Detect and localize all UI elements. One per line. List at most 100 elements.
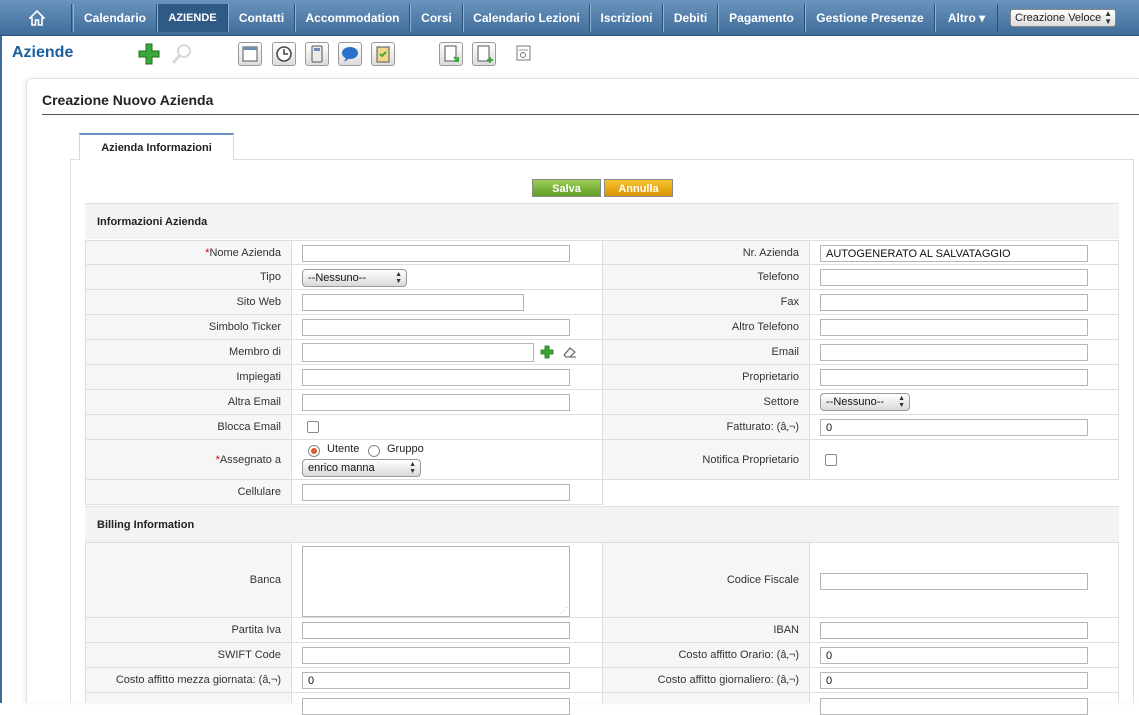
label-cellulare: Cellulare	[85, 480, 292, 504]
label-costo-giornaliero: Costo affitto giornaliero: (â‚¬)	[603, 668, 810, 692]
nav-accommodation[interactable]: Accommodation	[295, 4, 410, 32]
label-altra-email: Altra Email	[85, 390, 292, 414]
sito-web-input[interactable]	[302, 294, 524, 311]
altro-telefono-input[interactable]	[820, 319, 1088, 336]
label-altro-telefono: Altro Telefono	[603, 315, 810, 339]
membro-di-input[interactable]	[302, 343, 534, 362]
simbolo-ticker-input[interactable]	[302, 319, 570, 336]
nav-altro[interactable]: Altro ▾	[935, 4, 998, 32]
chat-button[interactable]	[338, 42, 362, 66]
swift-input[interactable]	[302, 647, 570, 664]
fax-input[interactable]	[820, 294, 1088, 311]
label-codice-fiscale: Codice Fiscale	[603, 543, 810, 617]
form-row: Partita Iva IBAN	[85, 618, 1119, 643]
assigned-user-value: enrico manna	[308, 462, 375, 474]
costo-orario-input[interactable]	[820, 647, 1088, 664]
telefono-input[interactable]	[820, 269, 1088, 286]
assign-user-radio[interactable]	[308, 445, 320, 457]
search-icon	[171, 44, 191, 64]
quick-create-label: Creazione Veloce	[1015, 12, 1102, 24]
cell-cellulare	[292, 480, 603, 504]
cell-fatturato	[810, 415, 1119, 439]
cell-notifica-proprietario	[810, 440, 1119, 479]
assign-user-label: Utente	[327, 443, 360, 455]
search-button[interactable]	[170, 42, 194, 66]
cut-off-input[interactable]	[302, 698, 570, 715]
tab-azienda-informazioni[interactable]: Azienda Informazioni	[79, 133, 234, 160]
banca-textarea[interactable]: ⋰	[302, 546, 570, 617]
cell-iban	[810, 618, 1119, 642]
iban-input[interactable]	[820, 622, 1088, 639]
cell-nr-azienda	[810, 241, 1119, 264]
assign-group-radio[interactable]	[368, 445, 380, 457]
notifica-proprietario-checkbox[interactable]	[825, 454, 837, 466]
impiegati-input[interactable]	[302, 369, 570, 386]
assigned-user-select[interactable]: enrico manna ▲ ▼	[302, 459, 421, 477]
export-button[interactable]	[472, 42, 496, 66]
resize-grip-icon[interactable]: ⋰	[560, 607, 568, 615]
settore-select[interactable]: --Nessuno-- ▲ ▼	[820, 393, 910, 411]
cell-banca: ⋰	[292, 543, 603, 617]
email-input[interactable]	[820, 344, 1088, 361]
proprietario-input[interactable]	[820, 369, 1088, 386]
label-costo-mezza: Costo affitto mezza giornata: (â‚¬)	[85, 668, 292, 692]
nav-contatti[interactable]: Contatti	[228, 4, 295, 32]
assign-group-label: Gruppo	[387, 443, 424, 455]
calculator-button[interactable]	[305, 42, 329, 66]
calendar-button[interactable]	[238, 42, 262, 66]
altra-email-input[interactable]	[302, 394, 570, 411]
costo-giornaliero-input[interactable]	[820, 672, 1088, 689]
codice-fiscale-input[interactable]	[820, 573, 1088, 590]
label-notifica-proprietario: Notifica Proprietario	[603, 440, 810, 479]
cell-email	[810, 340, 1119, 364]
nav-corsi[interactable]: Corsi	[410, 4, 463, 32]
cancel-button[interactable]: Annulla	[604, 179, 673, 197]
nav-iscrizioni[interactable]: Iscrizioni	[590, 4, 663, 32]
label-email: Email	[603, 340, 810, 364]
import-button[interactable]	[439, 42, 463, 66]
save-button[interactable]: Salva	[532, 179, 601, 197]
form-row: * Nome Azienda Nr. Azienda	[85, 240, 1119, 265]
clock-button[interactable]	[272, 42, 296, 66]
page-heading: Creazione Nuovo Azienda	[42, 92, 214, 108]
fatturato-input[interactable]	[820, 419, 1088, 436]
cellulare-input[interactable]	[302, 484, 570, 501]
find-duplicates-button[interactable]	[513, 42, 537, 66]
cell-blocca-email	[292, 415, 603, 439]
add-icon[interactable]	[540, 345, 554, 359]
cut-off-right-input[interactable]	[820, 698, 1088, 715]
calculator-icon	[311, 45, 323, 63]
home-button[interactable]	[2, 4, 72, 32]
nav-calendario[interactable]: Calendario	[73, 4, 157, 32]
chat-icon	[342, 47, 358, 62]
costo-mezza-input[interactable]	[302, 672, 570, 689]
add-record-button[interactable]	[137, 42, 161, 66]
nav-pagamento[interactable]: Pagamento	[718, 4, 805, 32]
home-icon	[27, 9, 46, 26]
nav-debiti[interactable]: Debiti	[663, 4, 718, 32]
eraser-icon[interactable]	[562, 345, 578, 359]
cell-altro-telefono	[810, 315, 1119, 339]
form-row: Membro di Email	[85, 340, 1119, 365]
nav-aziende[interactable]: AZIENDE	[157, 4, 228, 32]
module-title[interactable]: Aziende	[12, 44, 73, 62]
partita-iva-input[interactable]	[302, 622, 570, 639]
nome-azienda-input[interactable]	[302, 245, 570, 262]
nr-azienda-input[interactable]	[820, 245, 1088, 262]
nav-gestione-presenze[interactable]: Gestione Presenze	[805, 4, 935, 32]
label-tipo: Tipo	[85, 265, 292, 289]
blocca-email-checkbox[interactable]	[307, 421, 319, 433]
cell-costo-orario	[810, 643, 1119, 667]
label-membro-di: Membro di	[85, 340, 292, 364]
clipboard-button[interactable]	[371, 42, 395, 66]
cell-fax	[810, 290, 1119, 314]
quick-create-select[interactable]: Creazione Veloce ▲ ▼	[1010, 9, 1116, 27]
tipo-select[interactable]: --Nessuno-- ▲ ▼	[302, 269, 407, 287]
form-row: Altra Email Settore --Nessuno-- ▲ ▼	[85, 390, 1119, 415]
nav-calendario-lezioni[interactable]: Calendario Lezioni	[463, 4, 590, 32]
form-row: SWIFT Code Costo affitto Orario: (â‚¬)	[85, 643, 1119, 668]
form-row: Blocca Email Fatturato: (â‚¬)	[85, 415, 1119, 440]
form-row: Banca ⋰ Codice Fiscale	[85, 542, 1119, 618]
cell-cut-off	[292, 693, 603, 715]
label-nome-azienda: * Nome Azienda	[85, 241, 292, 264]
